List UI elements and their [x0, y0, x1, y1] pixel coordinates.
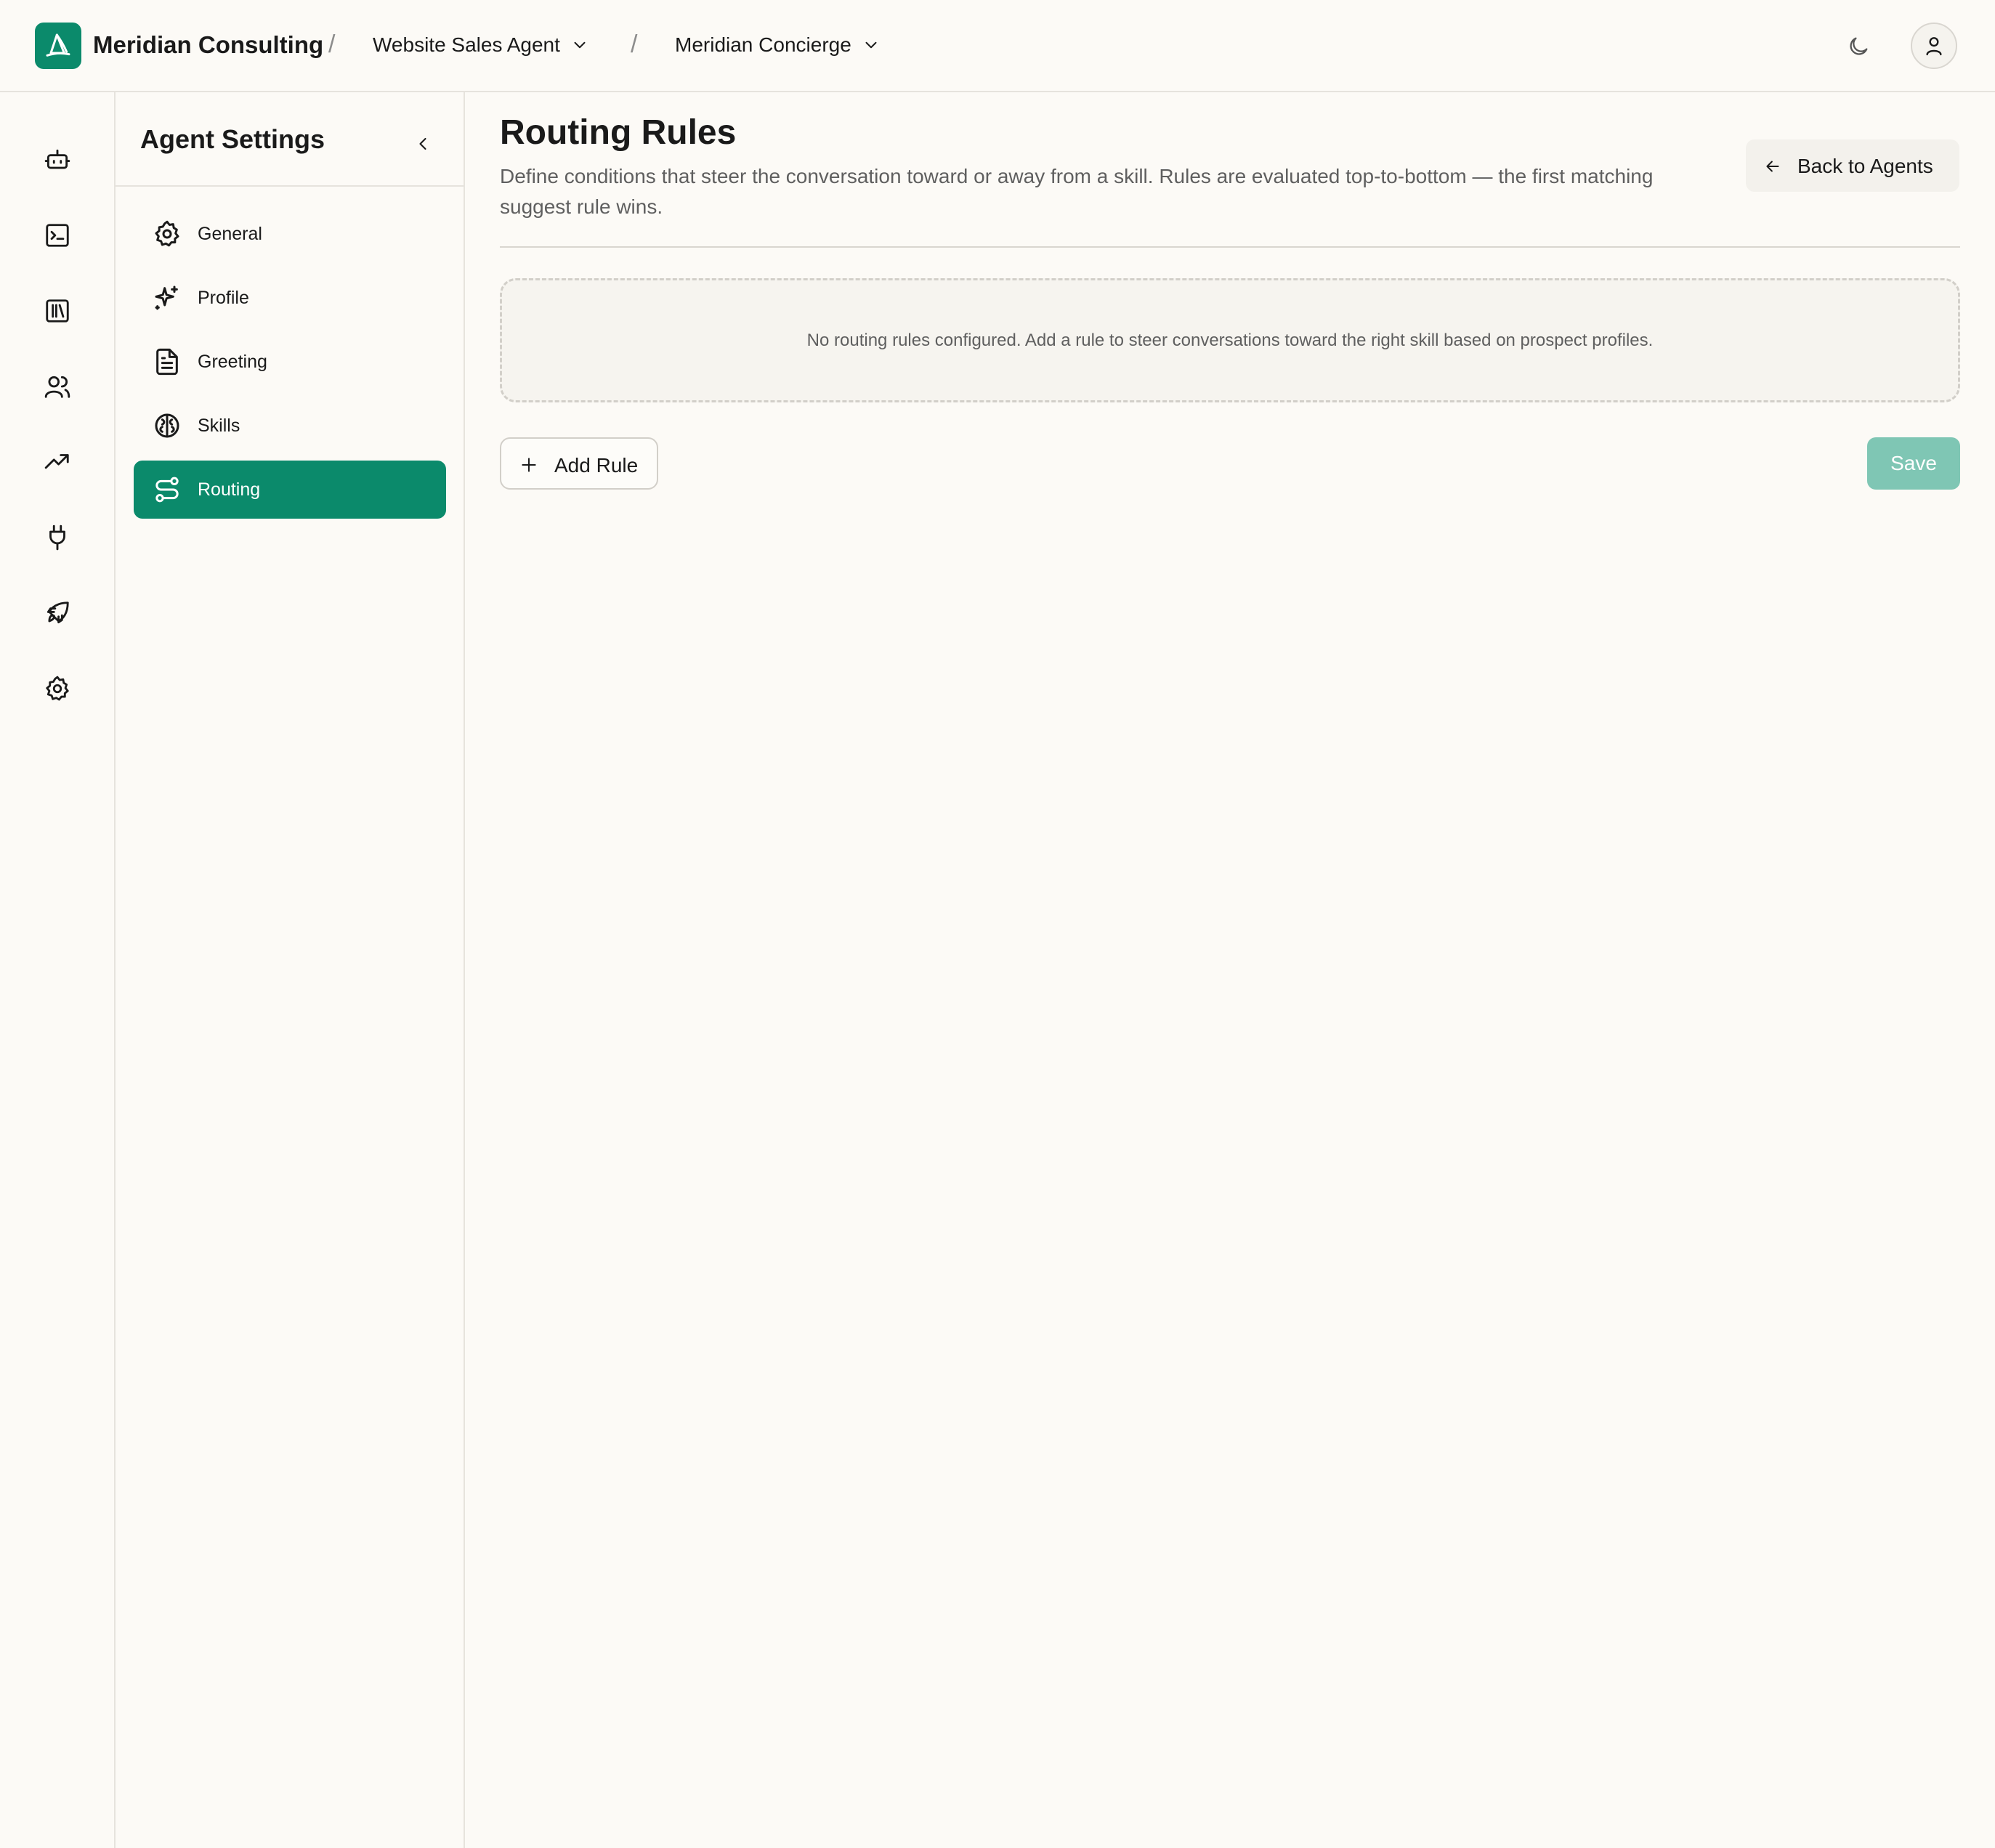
settings-nav-label: Routing	[198, 479, 261, 500]
chevron-down-icon	[865, 41, 877, 49]
brand-name: Meridian Consulting	[93, 31, 324, 58]
add-rule-label: Add Rule	[554, 454, 639, 477]
rail-agents[interactable]	[36, 139, 78, 181]
back-to-agents-label: Back to Agents	[1797, 155, 1933, 177]
moon-icon	[1850, 37, 1868, 55]
plus-icon	[522, 458, 536, 472]
bot-icon	[44, 149, 70, 169]
icon-rail	[0, 92, 116, 1848]
library-icon	[46, 299, 69, 323]
trending-up-icon	[44, 454, 69, 469]
agent-settings-sidebar: Agent Settings General Profile Greeting …	[116, 92, 465, 1848]
chevron-down-icon	[574, 41, 586, 49]
rail-deploy[interactable]	[36, 592, 78, 634]
brand-logo[interactable]	[35, 23, 81, 69]
arrow-left-icon	[1766, 161, 1779, 172]
settings-header: Agent Settings	[116, 92, 464, 187]
rail-contacts[interactable]	[36, 365, 78, 408]
settings-nav-routing[interactable]: Routing	[134, 461, 446, 519]
header-divider	[500, 246, 1960, 248]
rail-library[interactable]	[36, 290, 78, 332]
agent-selector[interactable]: Website Sales Agent	[373, 33, 589, 57]
rail-analytics[interactable]	[36, 441, 78, 483]
rocket-icon	[46, 601, 69, 624]
settings-nav-skills[interactable]: Skills	[134, 397, 446, 455]
routing-rules-empty-state: No routing rules configured. Add a rule …	[500, 278, 1960, 402]
settings-nav-label: Profile	[198, 288, 249, 308]
theme-toggle-button[interactable]	[1842, 31, 1874, 62]
breadcrumb-separator: /	[328, 31, 336, 58]
sailboat-logo-icon	[46, 33, 70, 57]
back-to-agents-button[interactable]: Back to Agents	[1746, 139, 1959, 192]
rail-settings[interactable]	[36, 668, 78, 710]
persona-selector-label: Meridian Concierge	[675, 33, 851, 56]
gear-icon	[153, 219, 182, 248]
settings-nav-label: Greeting	[198, 352, 267, 372]
settings-nav-general[interactable]: General	[134, 205, 446, 263]
save-button[interactable]: Save	[1867, 437, 1960, 490]
file-text-icon	[153, 347, 182, 376]
settings-nav-profile[interactable]: Profile	[134, 269, 446, 327]
users-icon	[44, 376, 70, 398]
page-title: Routing Rules	[500, 113, 737, 152]
save-label: Save	[1890, 452, 1937, 474]
page-description: Define conditions that steer the convers…	[500, 165, 1654, 218]
settings-icon	[46, 676, 69, 701]
breadcrumb-separator: /	[631, 31, 638, 58]
settings-nav-label: Skills	[198, 416, 240, 436]
persona-selector[interactable]: Meridian Concierge	[675, 33, 881, 57]
chevron-left-icon	[419, 137, 426, 150]
plug-icon	[49, 524, 65, 551]
rail-console[interactable]	[36, 214, 78, 256]
terminal-icon	[46, 224, 69, 247]
collapse-sidebar-button[interactable]	[405, 126, 441, 162]
settings-title: Agent Settings	[140, 124, 325, 154]
sparkles-icon	[153, 283, 182, 312]
empty-state-message: No routing rules configured. Add a rule …	[806, 330, 1654, 350]
route-icon	[153, 475, 182, 504]
user-icon	[1926, 37, 1942, 56]
agent-selector-label: Website Sales Agent	[373, 33, 560, 56]
settings-nav-greeting[interactable]: Greeting	[134, 333, 446, 391]
settings-nav-label: General	[198, 224, 262, 244]
top-bar: Meridian Consulting / Website Sales Agen…	[0, 0, 1995, 92]
brain-icon	[153, 411, 182, 440]
rail-integrations[interactable]	[36, 516, 78, 559]
user-avatar-button[interactable]	[1911, 23, 1957, 69]
add-rule-button[interactable]: Add Rule	[500, 437, 658, 490]
